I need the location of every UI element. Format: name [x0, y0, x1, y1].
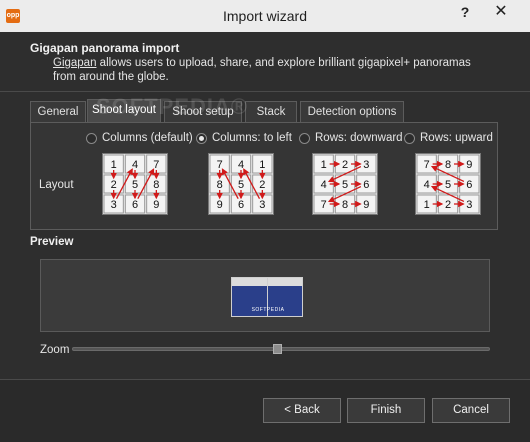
radio-button[interactable]: [86, 133, 97, 144]
grid-cell-number: 9: [153, 199, 159, 211]
description-text: allows users to upload, share, and explo…: [53, 57, 471, 83]
grid-cell-number: 7: [321, 199, 327, 211]
grid-cell-number: 2: [259, 179, 265, 191]
grid-cell-number: 4: [424, 179, 430, 191]
finish-button[interactable]: Finish: [347, 398, 425, 423]
grid-cell-number: 9: [363, 199, 369, 211]
grid-cell-number: 9: [217, 199, 223, 211]
preview-label: Preview: [30, 236, 74, 248]
zoom-slider-thumb[interactable]: [272, 344, 282, 354]
grid-cell-number: 8: [217, 179, 223, 191]
grid-cell-number: 5: [132, 179, 138, 191]
cancel-button[interactable]: Cancel: [432, 398, 510, 423]
import-description: Gigapan allows users to upload, share, a…: [53, 56, 493, 84]
grid-cell-number: 8: [445, 159, 451, 171]
thumbnail-watermark: SOFTPEDIA: [251, 307, 285, 313]
shoot-layout-panel: Columns (default) Columns: to left Rows:…: [30, 122, 498, 230]
grid-cell-number: 6: [466, 179, 472, 191]
zoom-label: Zoom: [40, 344, 70, 356]
grid-svg: 7 4 1 8 5 2 9 6 3: [209, 154, 273, 214]
grid-cell-number: 5: [238, 179, 244, 191]
radio-button[interactable]: [299, 133, 310, 144]
layout-grid-rows-upward[interactable]: 7 8 9 4 5 6 1 2 3: [415, 153, 481, 215]
tab-general[interactable]: General: [30, 101, 86, 123]
grid-cell-number: 8: [153, 179, 159, 191]
grid-cell-number: 6: [363, 179, 369, 191]
grid-cell-number: 7: [424, 159, 430, 171]
grid-cell-number: 4: [132, 159, 138, 171]
help-icon[interactable]: ?: [450, 0, 480, 26]
grid-cell-number: 3: [259, 199, 265, 211]
gigapan-link[interactable]: Gigapan: [53, 57, 96, 69]
grid-cell-number: 2: [342, 159, 348, 171]
close-icon[interactable]: ✕: [486, 0, 516, 26]
grid-cell-number: 3: [111, 199, 117, 211]
grid-cell-number: 8: [342, 199, 348, 211]
grid-cell-number: 6: [238, 199, 244, 211]
layout-grid-rows-downward[interactable]: 1 2 3 4 5 6 7 8 9: [312, 153, 378, 215]
layout-label: Layout: [39, 179, 74, 191]
title-bar: opp Import wizard ? ✕: [0, 0, 530, 32]
grid-cell-number: 1: [424, 199, 430, 211]
layout-grid-columns-to-left[interactable]: 7 4 1 8 5 2 9 6 3: [208, 153, 274, 215]
grid-cell-number: 3: [466, 199, 472, 211]
grid-cell-number: 5: [342, 179, 348, 191]
preview-area: SOFTPEDIA: [40, 259, 490, 332]
grid-cell-number: 6: [132, 199, 138, 211]
tab-detection-options[interactable]: Detection options: [300, 101, 404, 123]
panorama-thumbnail: SOFTPEDIA: [231, 277, 303, 317]
layout-grid-columns-default[interactable]: 1 4 7 2 5 8 3 6 9: [102, 153, 168, 215]
back-button[interactable]: < Back: [263, 398, 341, 423]
grid-svg: 1 2 3 4 5 6 7 8 9: [313, 154, 377, 214]
grid-cell-number: 4: [321, 179, 327, 191]
grid-cell-number: 1: [111, 159, 117, 171]
grid-cell-number: 4: [238, 159, 244, 171]
radio-button[interactable]: [404, 133, 415, 144]
grid-svg: 7 8 9 4 5 6 1 2 3: [416, 154, 480, 214]
radio-button[interactable]: [196, 133, 207, 144]
grid-cell-number: 2: [445, 199, 451, 211]
grid-cell-number: 9: [466, 159, 472, 171]
tab-stack[interactable]: Stack: [245, 101, 297, 123]
grid-cell-number: 1: [321, 159, 327, 171]
grid-svg: 1 4 7 2 5 8 3 6 9: [103, 154, 167, 214]
grid-cell-number: 3: [363, 159, 369, 171]
grid-cell-number: 7: [217, 159, 223, 171]
header-separator: [0, 91, 530, 92]
grid-cell-number: 5: [445, 179, 451, 191]
softpedia-watermark: SOFTPEDIA®: [96, 94, 249, 119]
grid-cell-number: 1: [259, 159, 265, 171]
grid-cell-number: 2: [111, 179, 117, 191]
grid-cell-number: 7: [153, 159, 159, 171]
import-title: Gigapan panorama import: [30, 41, 180, 55]
